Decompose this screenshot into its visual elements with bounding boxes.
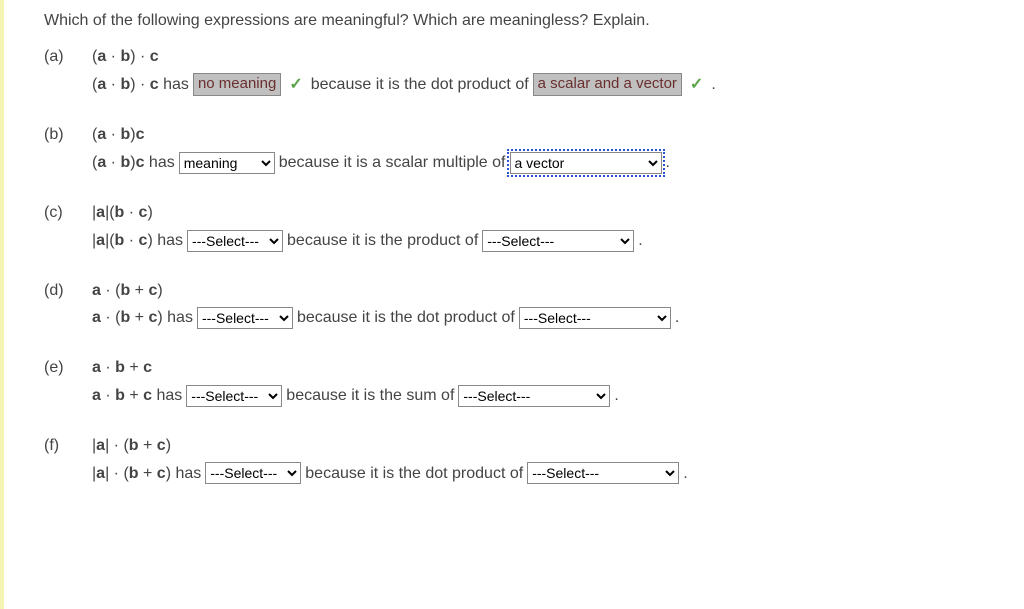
part-b-expression: (a · b)c [92,124,144,146]
part-b-mid: because it is a scalar multiple of [279,152,506,174]
part-d-select-type[interactable]: ---Select---a scalar and a vectortwo sca… [519,307,671,329]
part-e: (e) a · b + c a · b + c has ---Select---… [44,357,1000,407]
part-c-expression: |a|(b · c) [92,202,153,224]
part-e-stmt-prefix: a · b + c has [92,385,182,407]
check-icon: ✓ [289,74,302,96]
part-f: (f) |a| · (b + c) |a| · (b + c) has ---S… [44,435,1000,485]
part-d-mid: because it is the dot product of [297,307,515,329]
part-f-select-meaning[interactable]: ---Select---meaningno meaning [205,462,301,484]
part-a: (a) (a · b) · c (a · b) · c has no meani… [44,46,1000,97]
part-b-select-type[interactable]: ---Select---a scalar and a vectortwo sca… [510,152,662,174]
part-d-expression: a · (b + c) [92,280,163,302]
part-a-stmt-prefix: (a · b) · c has [92,74,189,96]
part-e-select-type[interactable]: ---Select---a scalar and a vectortwo sca… [458,385,610,407]
part-a-end: . [711,74,715,96]
part-c-end: . [638,230,642,252]
part-e-label: (e) [44,357,92,379]
part-c-mid: because it is the product of [287,230,478,252]
part-c-stmt-prefix: |a|(b · c) has [92,230,183,252]
question-container: Which of the following expressions are m… [0,0,1024,609]
part-c-label: (c) [44,202,92,224]
part-f-stmt-prefix: |a| · (b + c) has [92,463,201,485]
part-a-mid: because it is the dot product of [311,74,529,96]
part-b-end: . [666,152,670,174]
part-f-select-type[interactable]: ---Select---a scalar and a vectortwo sca… [527,462,679,484]
part-a-label: (a) [44,46,92,68]
part-e-mid: because it is the sum of [286,385,454,407]
part-e-end: . [614,385,618,407]
part-d-select-meaning[interactable]: ---Select---meaningno meaning [197,307,293,329]
part-c: (c) |a|(b · c) |a|(b · c) has ---Select-… [44,202,1000,252]
part-a-answer-type: a scalar and a vector [533,73,682,96]
part-d-end: . [675,307,679,329]
part-f-end: . [683,463,687,485]
part-b-select-meaning[interactable]: ---Select---meaningno meaning [179,152,275,174]
part-a-answer-meaning: no meaning [193,73,281,96]
part-b-stmt-prefix: (a · b)c has [92,152,175,174]
part-d: (d) a · (b + c) a · (b + c) has ---Selec… [44,280,1000,330]
part-c-select-type[interactable]: ---Select---a scalar and a vectortwo sca… [482,230,634,252]
part-e-select-meaning[interactable]: ---Select---meaningno meaning [186,385,282,407]
part-f-label: (f) [44,435,92,457]
part-e-expression: a · b + c [92,357,152,379]
part-d-stmt-prefix: a · (b + c) has [92,307,193,329]
part-b-label: (b) [44,124,92,146]
part-f-mid: because it is the dot product of [305,463,523,485]
check-icon: ✓ [690,74,703,96]
part-b: (b) (a · b)c (a · b)c has ---Select---me… [44,124,1000,174]
part-f-expression: |a| · (b + c) [92,435,171,457]
question-text: Which of the following expressions are m… [44,10,1000,32]
part-a-expression: (a · b) · c [92,46,159,68]
part-c-select-meaning[interactable]: ---Select---meaningno meaning [187,230,283,252]
part-d-label: (d) [44,280,92,302]
